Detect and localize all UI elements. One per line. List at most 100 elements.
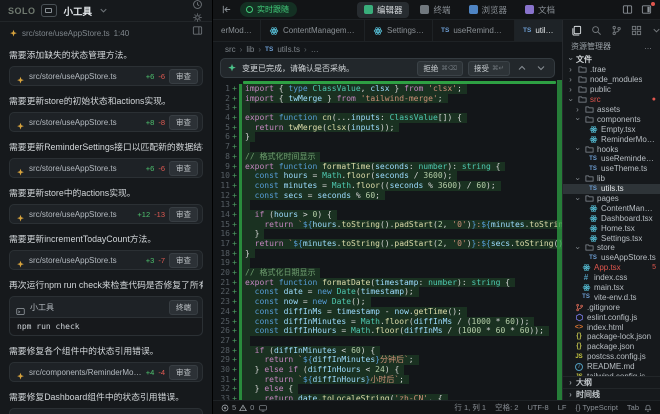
- terminal-command-card[interactable]: 小工具 终端 npm run check: [9, 296, 203, 336]
- editor-tab-Settings.tsx[interactable]: Settings.tsx: [365, 20, 433, 41]
- review-button[interactable]: 审查: [169, 207, 198, 222]
- code-line[interactable]: 18+}: [213, 249, 562, 259]
- chevron-down-icon[interactable]: [97, 4, 110, 17]
- code-line[interactable]: 28+ if (diffInMinutes < 60) {: [213, 346, 562, 356]
- code-line[interactable]: 20+// 格式化日期显示: [213, 268, 562, 278]
- code-line[interactable]: 6+}: [213, 132, 562, 142]
- file-tree-row[interactable]: TS useReminder.ts: [563, 154, 660, 164]
- code-line[interactable]: 33+ return date.toLocaleString('zh-CN', …: [213, 394, 562, 400]
- file-tree-row[interactable]: Home.tsx: [563, 223, 660, 233]
- chat-message-list[interactable]: src/store/useAppStore.ts 1:40 需要添加缺失的状态管…: [0, 22, 212, 414]
- previous-change-button[interactable]: [515, 61, 529, 75]
- file-tree-row[interactable]: JS postcss.config.js: [563, 352, 660, 362]
- code-line[interactable]: 10+ const hours = Math.floor(seconds / 3…: [213, 171, 562, 181]
- code-line[interactable]: 12+ const secs = seconds % 60;: [213, 191, 562, 201]
- file-change-card[interactable]: src/store/useAppStore.ts +12 -13 审查: [9, 204, 203, 224]
- code-line[interactable]: 23+ const now = new Date();: [213, 297, 562, 307]
- explorer-more-icon[interactable]: …: [644, 42, 652, 51]
- blocks-icon[interactable]: [631, 25, 642, 36]
- code-line[interactable]: 7+: [213, 142, 562, 152]
- code-line[interactable]: 5+ return twMerge(clsx(inputs));: [213, 123, 562, 133]
- code-line[interactable]: 26+ const diffInHours = Math.floor(diffI…: [213, 326, 562, 336]
- preview-icon[interactable]: [259, 404, 267, 412]
- file-change-card[interactable]: src/store/useAppStore.ts +3 -7 审查: [9, 250, 203, 270]
- file-tree-row[interactable]: TS vite-env.d.ts: [563, 292, 660, 302]
- breadcrumb-item[interactable]: utils.ts: [277, 45, 300, 54]
- view-tab-文档[interactable]: 文档: [518, 2, 562, 18]
- review-button[interactable]: 审查: [169, 69, 198, 84]
- search-icon[interactable]: [591, 25, 602, 36]
- files-section-header[interactable]: › 文件: [563, 53, 660, 65]
- file-tree-row[interactable]: › lib: [563, 174, 660, 184]
- file-tree-row[interactable]: TS utils.ts: [563, 184, 660, 194]
- timeline-section-header[interactable]: › 时间线: [563, 388, 660, 400]
- code-line[interactable]: 16+ }: [213, 229, 562, 239]
- file-change-card[interactable]: src/store/useAppStore.ts +8 -8 审查: [9, 112, 203, 132]
- file-tree-row[interactable]: › .trae: [563, 65, 660, 75]
- breadcrumb-item[interactable]: lib: [246, 45, 254, 54]
- code-line[interactable]: 22+ const date = new Date(timestamp);: [213, 287, 562, 297]
- review-button[interactable]: 审查: [169, 161, 198, 176]
- code-line[interactable]: 3+: [213, 103, 562, 113]
- file-tree-row[interactable]: › assets: [563, 105, 660, 115]
- notifications-bell-icon[interactable]: [644, 404, 652, 412]
- chevron-down-icon[interactable]: [651, 25, 660, 36]
- file-change-card[interactable]: src/components/ReminderModal.tsx +4 -4 审…: [9, 362, 203, 382]
- code-line[interactable]: 17+ return `${minutes.toString().padStar…: [213, 239, 562, 249]
- code-line[interactable]: 30+ } else if (diffInHours < 24) {: [213, 365, 562, 375]
- code-line[interactable]: 29+ return `${diffInMinutes}分钟后`;: [213, 355, 562, 365]
- file-tree-row[interactable]: Settings.tsx: [563, 233, 660, 243]
- review-button[interactable]: 审查: [169, 253, 198, 268]
- file-change-card[interactable]: src/pages/Dashboard.tsx: [9, 408, 203, 414]
- code-line[interactable]: 4+export function cn(...inputs: ClassVal…: [213, 113, 562, 123]
- context-reference-row[interactable]: src/store/useAppStore.ts 1:40: [9, 27, 203, 40]
- file-tree-row[interactable]: › store: [563, 243, 660, 253]
- code-line[interactable]: 9+export function formatTime(seconds: nu…: [213, 162, 562, 172]
- status-item[interactable]: 行 1, 列 1: [454, 402, 486, 413]
- file-tree-row[interactable]: main.tsx: [563, 283, 660, 293]
- file-change-card[interactable]: src/store/useAppStore.ts +6 -6 审查: [9, 66, 203, 86]
- file-tree-row[interactable]: › public: [563, 85, 660, 95]
- breadcrumb-item[interactable]: …: [311, 45, 319, 54]
- file-tree-row[interactable]: ReminderModal.tsx: [563, 134, 660, 144]
- file-change-card[interactable]: src/store/useAppStore.ts +6 -6 审查: [9, 158, 203, 178]
- layout-columns-icon[interactable]: [622, 4, 633, 15]
- file-tree-row[interactable]: › node_modules: [563, 75, 660, 85]
- outline-section-header[interactable]: › 大纲: [563, 376, 660, 388]
- file-tree-row[interactable]: › components: [563, 114, 660, 124]
- overview-ruler[interactable]: [557, 80, 562, 400]
- code-line[interactable]: 14+ if (hours > 0) {: [213, 210, 562, 220]
- file-tree-row[interactable]: .gitignore: [563, 302, 660, 312]
- workspace-icon[interactable]: [41, 4, 57, 17]
- file-tree-row[interactable]: {} package-lock.json: [563, 332, 660, 342]
- status-item[interactable]: LF: [558, 403, 567, 412]
- files-icon[interactable]: [571, 25, 582, 36]
- git-branch-icon[interactable]: [611, 25, 622, 36]
- history-icon[interactable]: [191, 0, 204, 11]
- file-tree-row[interactable]: Dashboard.tsx: [563, 213, 660, 223]
- problems-indicator[interactable]: 5 0: [221, 403, 254, 412]
- file-tree-row[interactable]: # index.css: [563, 273, 660, 283]
- code-editor[interactable]: 1+import { type ClassValue, clsx } from …: [213, 80, 562, 400]
- file-tree-row[interactable]: ContentManagement.tsx: [563, 203, 660, 213]
- breadcrumb-item[interactable]: src: [225, 45, 236, 54]
- file-tree-row[interactable]: TS useAppStore.ts: [563, 253, 660, 263]
- status-item[interactable]: 空格: 2: [495, 402, 518, 413]
- file-tree-row[interactable]: <> index.html: [563, 322, 660, 332]
- editor-tab-ContentManagement.tsx[interactable]: ContentManagement.tsx: [261, 20, 365, 41]
- collapse-sidebar-icon[interactable]: [221, 4, 232, 15]
- review-button[interactable]: 审查: [169, 115, 198, 130]
- file-tree-row[interactable]: eslint.config.js: [563, 312, 660, 322]
- code-line[interactable]: 15+ return `${hours.toString().padStart(…: [213, 220, 562, 230]
- editor-tab-utils.ts[interactable]: TSutils.ts×: [515, 20, 562, 41]
- code-line[interactable]: 1+import { type ClassValue, clsx } from …: [213, 84, 562, 94]
- file-tree-row[interactable]: TS useTheme.ts: [563, 164, 660, 174]
- file-tree-row[interactable]: › hooks: [563, 144, 660, 154]
- reject-changes-button[interactable]: 拒绝⌘⌫: [417, 61, 463, 76]
- file-tree-row[interactable]: {} package.json: [563, 342, 660, 352]
- breadcrumb[interactable]: src›lib›TSutils.ts›…: [213, 42, 562, 56]
- accept-changes-button[interactable]: 接受⌘↵: [468, 61, 510, 76]
- code-line[interactable]: 19+: [213, 258, 562, 268]
- code-line[interactable]: 32+ } else {: [213, 384, 562, 394]
- gear-icon[interactable]: [191, 11, 204, 24]
